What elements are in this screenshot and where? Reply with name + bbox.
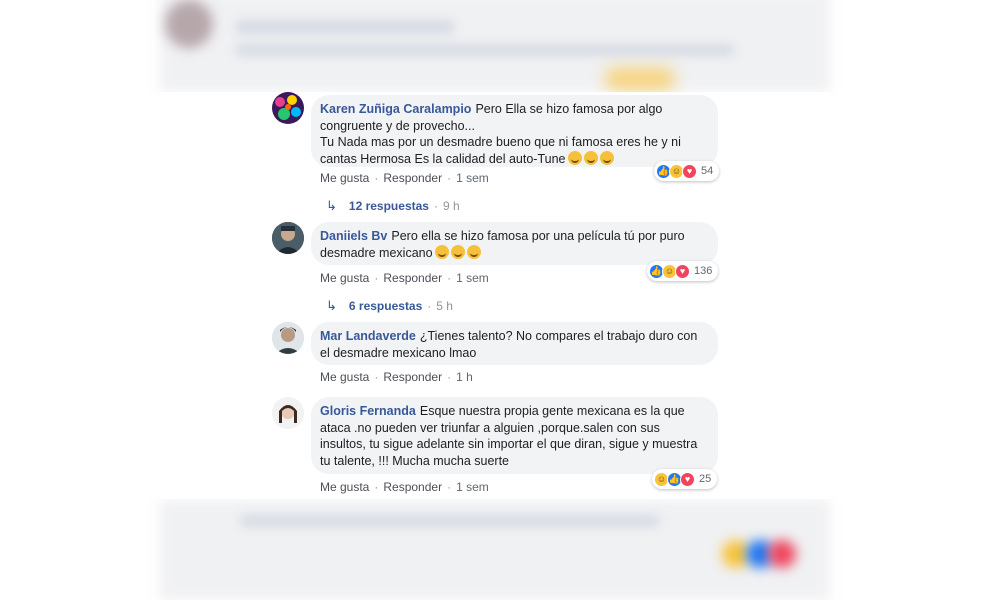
reply-arrow-icon: ↳: [326, 298, 337, 313]
avatar-image: [272, 397, 304, 429]
comment-bubble: Karen Zuñiga Caralampio Pero Ella se hizo…: [311, 95, 718, 167]
comment-actions: Me gusta · Responder · 1 sem: [320, 171, 489, 185]
comments-panel: Karen Zuñiga Caralampio Pero Ella se hizo…: [160, 92, 830, 499]
separator-dot: ·: [433, 199, 438, 213]
avatar[interactable]: [272, 397, 304, 429]
rolling-laughing-icon: [466, 244, 481, 259]
reactions-summary[interactable]: ☺ 👍 ♥ 25: [652, 469, 718, 489]
view-replies[interactable]: ↳ 12 respuestas · 9 h: [326, 198, 460, 214]
separator-dot: ·: [374, 480, 379, 494]
rolling-laughing-icon: [434, 244, 449, 259]
comment-bubble: Daniiels Bv Pero ella se hizo famosa por …: [311, 222, 718, 265]
comment-timestamp[interactable]: 1 sem: [456, 480, 489, 494]
blurred-reaction: [768, 540, 796, 568]
like-link[interactable]: Me gusta: [320, 480, 369, 494]
reaction-count: 25: [699, 473, 712, 485]
reaction-count: 54: [701, 165, 714, 177]
avatar[interactable]: [272, 322, 304, 354]
smiling-face-icon: [583, 150, 598, 165]
avatar[interactable]: [272, 222, 304, 254]
comment-actions: Me gusta · Responder · 1 sem: [320, 480, 489, 494]
separator-dot: ·: [427, 299, 432, 313]
blurred-text-line: [240, 515, 660, 527]
comment-timestamp[interactable]: 1 sem: [456, 171, 489, 185]
separator-dot: ·: [447, 480, 452, 494]
replies-timestamp: 5 h: [436, 299, 453, 313]
comment-bubble: Mar Landaverde ¿Tienes talento? No compar…: [311, 322, 718, 365]
comment-actions: Me gusta · Responder · 1 sem: [320, 271, 489, 285]
reply-link[interactable]: Responder: [383, 480, 442, 494]
love-icon: ♥: [682, 163, 697, 179]
love-icon: ♥: [680, 471, 695, 487]
view-replies[interactable]: ↳ 6 respuestas · 5 h: [326, 298, 453, 314]
comment-timestamp[interactable]: 1 h: [456, 370, 473, 384]
comment-author[interactable]: Daniiels Bv: [320, 229, 387, 243]
like-link[interactable]: Me gusta: [320, 171, 369, 185]
separator-dot: ·: [447, 171, 452, 185]
reply-link[interactable]: Responder: [383, 171, 442, 185]
avatar-image: [272, 222, 304, 254]
avatar[interactable]: [272, 92, 304, 124]
reaction-count: 136: [694, 265, 713, 277]
comment-actions: Me gusta · Responder · 1 h: [320, 370, 473, 384]
reply-arrow-icon: ↳: [326, 198, 337, 213]
avatar-image: [272, 322, 304, 354]
separator-dot: ·: [447, 370, 452, 384]
like-link[interactable]: Me gusta: [320, 370, 369, 384]
blurred-emoji: [605, 68, 675, 90]
replies-count[interactable]: 6 respuestas: [349, 299, 422, 313]
like-link[interactable]: Me gusta: [320, 271, 369, 285]
smiling-face-icon: [567, 150, 582, 165]
comment-author[interactable]: Gloris Fernanda: [320, 404, 416, 418]
separator-dot: ·: [374, 370, 379, 384]
reactions-summary[interactable]: 👍 ☺ ♥ 54: [654, 161, 720, 181]
reply-link[interactable]: Responder: [383, 271, 442, 285]
comment-author[interactable]: Karen Zuñiga Caralampio: [320, 102, 471, 116]
replies-timestamp: 9 h: [442, 199, 460, 213]
separator-dot: ·: [374, 271, 379, 285]
blurred-text-line: [235, 44, 735, 56]
reply-link[interactable]: Responder: [383, 370, 442, 384]
reactions-summary[interactable]: 👍 ☺ ♥ 136: [647, 261, 719, 281]
separator-dot: ·: [374, 171, 379, 185]
comment-bubble: Gloris Fernanda Esque nuestra propia gent…: [311, 397, 718, 474]
comment-timestamp[interactable]: 1 sem: [456, 271, 489, 285]
comment-author[interactable]: Mar Landaverde: [320, 329, 416, 343]
love-icon: ♥: [675, 263, 690, 279]
avatar-image: [275, 95, 301, 120]
replies-count[interactable]: 12 respuestas: [349, 199, 429, 213]
smiling-face-icon: [599, 150, 614, 165]
blurred-avatar: [165, 0, 213, 48]
rolling-laughing-icon: [450, 244, 465, 259]
separator-dot: ·: [447, 271, 452, 285]
blurred-text-line: [235, 20, 455, 34]
